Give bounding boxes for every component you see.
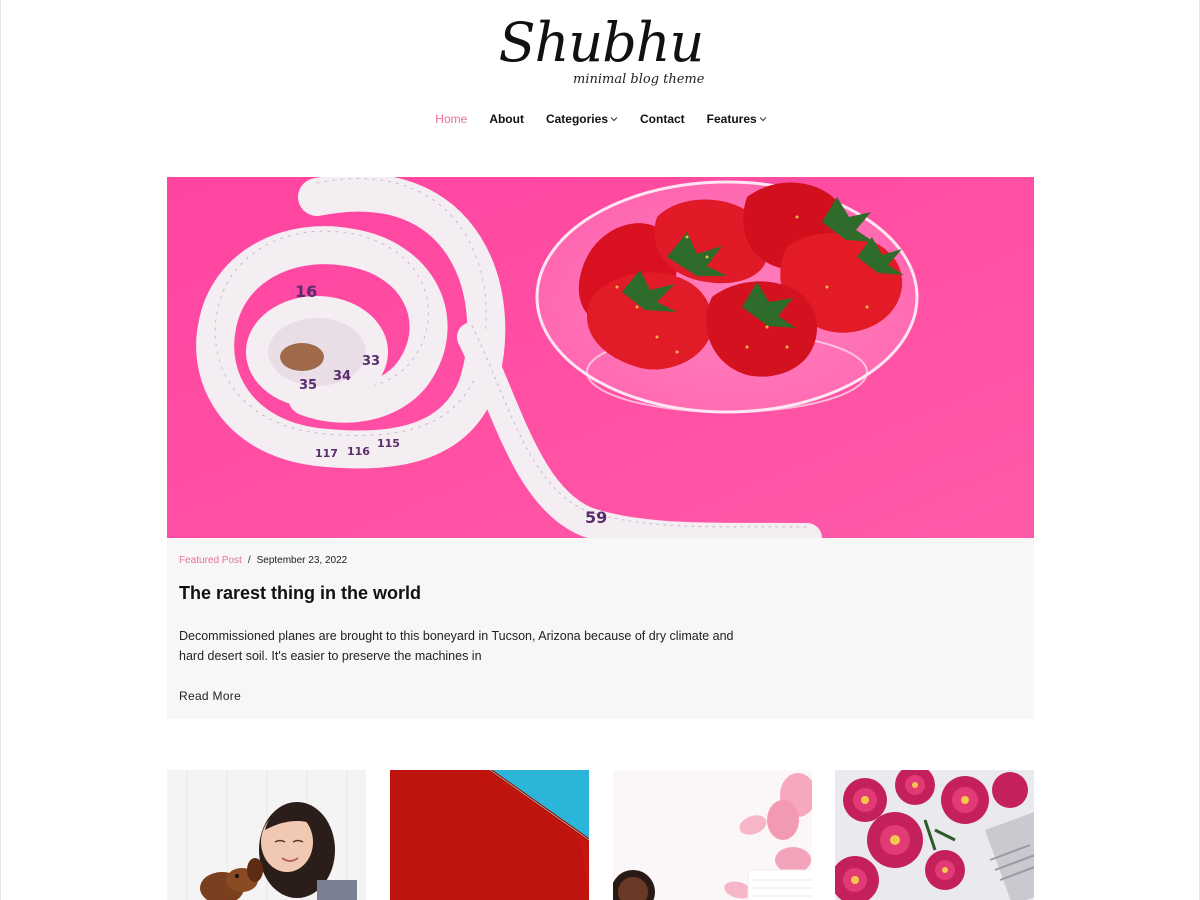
post-date[interactable]: September 23, 2022 [257, 555, 348, 566]
chevron-down-icon [759, 117, 767, 122]
site-tagline: minimal blog theme [573, 72, 705, 87]
nav-item-label: Home [435, 112, 468, 126]
tape-number: 115 [377, 437, 400, 450]
featured-image[interactable]: 16 35 34 33 115 116 117 59 [167, 177, 1034, 538]
nav-item-contact[interactable]: Contact [629, 110, 696, 128]
featured-illustration: 16 35 34 33 115 116 117 59 [167, 177, 1034, 538]
nav-item-categories[interactable]: Categories [535, 110, 629, 128]
tape-number: 34 [333, 369, 351, 384]
post-category-link[interactable]: Featured Post [179, 555, 242, 566]
tape-number: 117 [315, 447, 338, 460]
featured-post: 16 35 34 33 115 116 117 59 Featured Post… [167, 177, 1034, 719]
post-meta: Featured Post / September 23, 2022 [179, 555, 347, 566]
nav-item-about[interactable]: About [478, 110, 535, 128]
site-title[interactable]: Shubhu [1, 10, 1200, 76]
tape-number: 116 [347, 445, 370, 458]
nav-item-label: About [489, 112, 524, 126]
tape-number: 59 [585, 508, 607, 527]
post-card-thumbnail[interactable] [613, 770, 812, 900]
post-excerpt: Decommissioned planes are brought to thi… [179, 629, 734, 663]
post-card-thumbnail[interactable] [167, 770, 366, 900]
nav-item-features[interactable]: Features [696, 110, 778, 128]
nav-item-label: Features [706, 112, 757, 126]
thumbnail-flower-petals [613, 770, 812, 900]
thumbnail-woman-with-dog [167, 770, 366, 900]
read-more-link[interactable]: Read More [179, 689, 241, 703]
tape-number: 16 [295, 282, 317, 301]
tape-number: 33 [362, 354, 380, 369]
post-card-thumbnail[interactable] [390, 770, 589, 900]
nav-item-label: Categories [545, 112, 608, 126]
thumbnail-red-book [390, 770, 589, 900]
post-grid [167, 770, 1034, 900]
chevron-down-icon [610, 117, 618, 122]
main-navigation: Home About Categories Contact Features [1, 110, 1200, 128]
post-card-thumbnail[interactable] [835, 770, 1034, 900]
meta-separator: / [247, 555, 251, 566]
site-branding: Shubhu minimal blog theme [1, 10, 1200, 87]
nav-item-label: Contact [640, 112, 685, 126]
nav-item-home[interactable]: Home [424, 110, 478, 128]
post-title[interactable]: The rarest thing in the world [179, 583, 421, 604]
tape-number: 35 [299, 378, 317, 393]
thumbnail-pink-flowers [835, 770, 1034, 900]
